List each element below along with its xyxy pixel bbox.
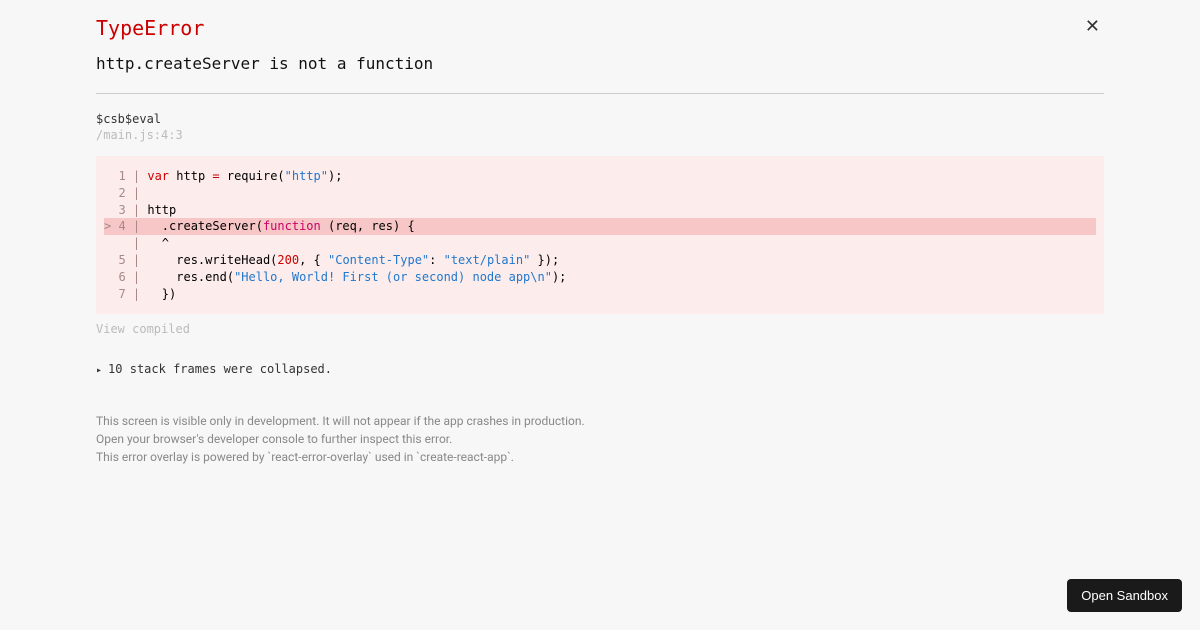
code-line: 3 | http: [104, 202, 1096, 219]
code-line: 1 | var http = require("http");: [104, 168, 1096, 185]
code-line: 2 |: [104, 185, 1096, 202]
divider: [96, 93, 1104, 94]
code-line: | ^: [104, 235, 1096, 252]
trace-origin: $csb$eval: [96, 112, 1104, 126]
trace-location: /main.js:4:3: [96, 128, 1104, 142]
code-line: 6 | res.end("Hello, World! First (or sec…: [104, 269, 1096, 286]
footer-note: This screen is visible only in developme…: [96, 412, 1104, 466]
error-overlay: TypeError ✕ http.createServer is not a f…: [0, 0, 1200, 466]
view-compiled-link[interactable]: View compiled: [96, 322, 1104, 336]
close-icon[interactable]: ✕: [1081, 16, 1104, 38]
open-sandbox-button[interactable]: Open Sandbox: [1067, 579, 1182, 612]
code-line: 5 | res.writeHead(200, { "Content-Type":…: [104, 252, 1096, 269]
collapsed-frames-toggle[interactable]: 10 stack frames were collapsed.: [96, 362, 1104, 376]
footer-line: This error overlay is powered by `react-…: [96, 448, 1104, 466]
error-message: http.createServer is not a function: [96, 54, 1104, 73]
footer-line: This screen is visible only in developme…: [96, 412, 1104, 430]
code-line: 7 | }): [104, 286, 1096, 303]
code-line: > 4 | .createServer(function (req, res) …: [104, 218, 1096, 235]
code-snippet: 1 | var http = require("http"); 2 | 3 | …: [96, 156, 1104, 314]
error-type: TypeError: [96, 16, 1104, 40]
footer-line: Open your browser's developer console to…: [96, 430, 1104, 448]
